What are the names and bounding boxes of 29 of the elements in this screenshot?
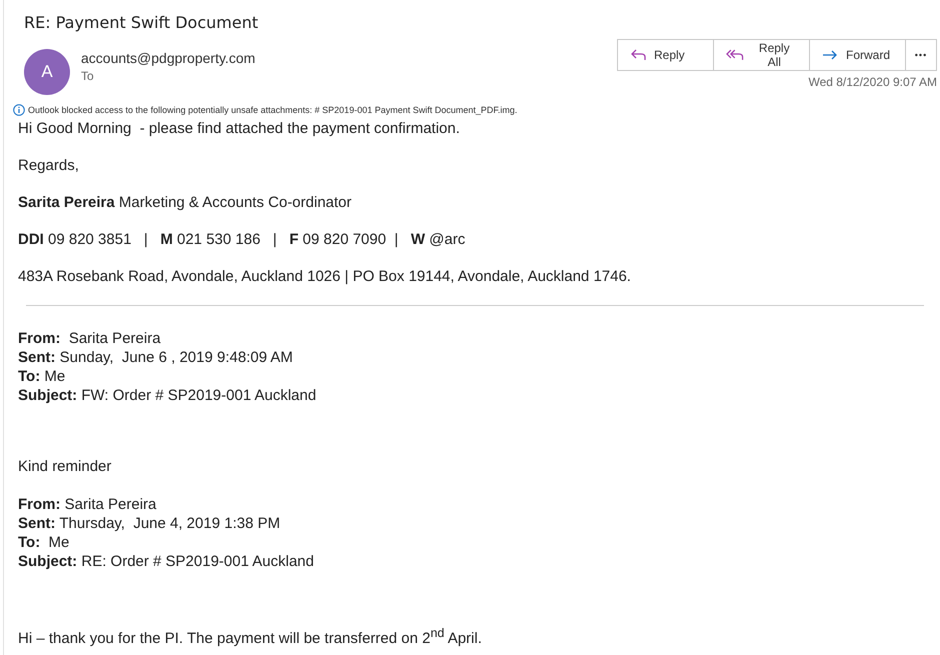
body-paragraph: Sarita Pereira Marketing & Accounts Co-ordinator [18,194,353,212]
body-paragraph: Hi Good Morning - please find attached the payment confirmation. [18,120,461,138]
sender-avatar: A [24,49,70,95]
quoted-header-line: Subject: RE: Order # SP2019-001 Auckland [18,552,315,571]
email-subject: RE: Payment Swift Document [23,12,260,34]
quoted-header-line: From: Sarita Pereira [18,495,158,514]
reply-all-button[interactable]: Reply All [713,39,810,71]
quoted-header-line: To: Me [18,533,70,552]
body-paragraph: Kind reminder [18,458,112,476]
blocked-attachment-notice: Outlook blocked access to the following potentially unsafe attachments: # SP2019-001 Payment Swift Document_PDF.img. [28,105,518,115]
body-paragraph: 483A Rosebank Road, Avondale, Auckland 1026 | PO Box 19144, Avondale, Auckland 1746. [18,268,632,286]
received-date: Wed 8/12/2020 9:07 AM [808,75,937,89]
recipient-label: To [81,69,95,83]
body-paragraph: Regards, [18,157,80,175]
body-paragraph: Hi – thank you for the PI. The payment will be transferred on 2$^{nd}$ April. [18,625,483,648]
quoted-header-line: Sent: Thursday, June 4, 2019 1:38 PM [18,514,282,533]
reply-all-arrow-icon [726,49,744,61]
quoted-header-line: From: Sarita Pereira [18,329,162,348]
body-paragraph: DDI 09 820 3851 | M 021 530 186 | F 09 820 7090 | W @arc [18,231,466,249]
info-icon [13,104,25,116]
reply-arrow-icon [630,49,646,61]
reply-button[interactable]: Reply [617,39,714,71]
more-button[interactable]: ••• [905,39,937,71]
quoted-header-line: To: Me [18,367,66,386]
quoted-header-line: Subject: FW: Order # SP2019-001 Auckland [18,386,318,405]
forward-arrow-icon [822,49,838,61]
sender-address: accounts@pdgproperty.com [81,50,256,66]
forward-button[interactable]: Forward [809,39,906,71]
quoted-header-line: Sent: Sunday, June 6 , 2019 9:48:09 AM [18,348,294,367]
